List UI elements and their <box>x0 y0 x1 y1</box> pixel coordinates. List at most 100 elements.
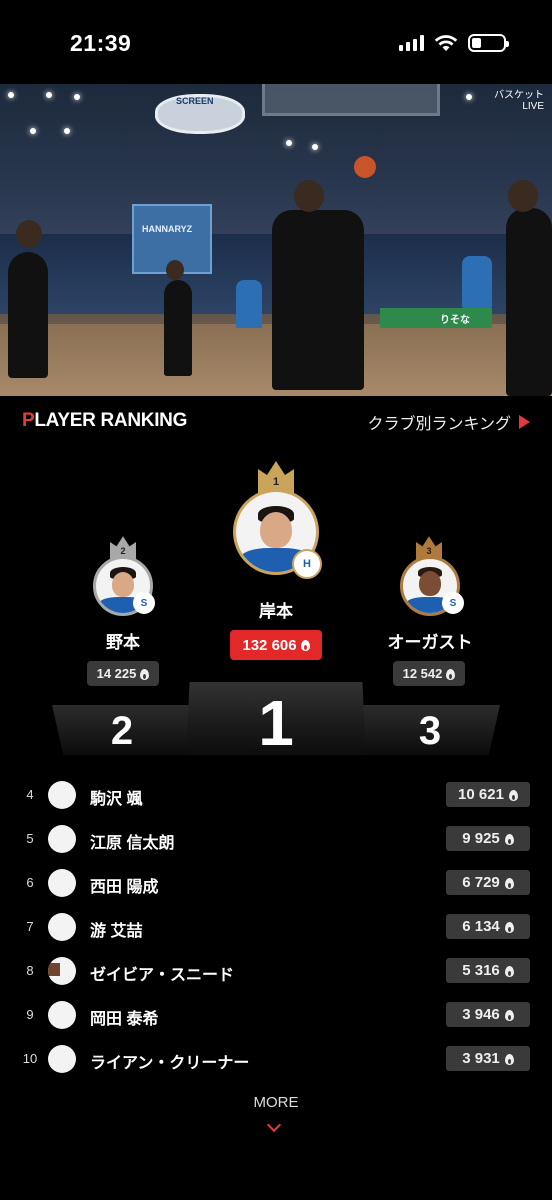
battery-icon <box>468 34 509 52</box>
flame-icon <box>446 668 456 680</box>
rank-number: 9 <box>26 1007 34 1022</box>
video-backboard <box>262 84 440 116</box>
rank-number: 7 <box>26 919 34 934</box>
points-value: 3 931 <box>462 1050 500 1067</box>
player-points: 5 316 <box>446 958 530 983</box>
first-points-value: 132 606 <box>242 636 297 654</box>
podium-step-first: 1 <box>186 682 366 755</box>
arena-light <box>8 92 14 98</box>
chevron-down-icon[interactable] <box>266 1117 282 1133</box>
player-avatar <box>48 913 76 941</box>
video-person-head <box>508 180 538 212</box>
more-button[interactable]: MORE <box>0 1094 552 1111</box>
list-item[interactable]: 5 江原 信太朗 9 925 <box>0 819 552 863</box>
crown-rank: 3 <box>426 546 432 556</box>
rank-number: 8 <box>26 963 34 978</box>
broadcaster-logo-line: バスケット <box>494 90 544 101</box>
player-avatar <box>48 1045 76 1073</box>
player-points: 6 729 <box>446 870 530 895</box>
points-value: 6 729 <box>462 874 500 891</box>
arena-light <box>30 128 36 134</box>
podium-step-third: 3 <box>360 705 500 755</box>
second-points-value: 14 225 <box>96 666 137 681</box>
first-points: 132 606 <box>230 630 322 660</box>
podium-step-second: 2 <box>52 705 192 755</box>
flame-icon <box>504 833 514 845</box>
team-badge-hannaryz: H <box>292 549 322 579</box>
third-points-value: 12 542 <box>402 666 443 681</box>
player-points: 6 134 <box>446 914 530 939</box>
flame-icon <box>504 1009 514 1021</box>
title-first-letter: P <box>22 410 35 431</box>
wifi-icon <box>434 34 458 51</box>
title-rest: LAYER RANKING <box>34 410 188 431</box>
step-label: 1 <box>258 687 294 759</box>
flame-icon <box>300 639 310 651</box>
flame-icon <box>504 877 514 889</box>
third-points: 12 542 <box>393 661 465 686</box>
rank-number: 6 <box>26 875 34 890</box>
player-points: 3 946 <box>446 1002 530 1027</box>
broadcaster-logo: バスケット LIVE <box>494 90 544 112</box>
first-name: 岸本 <box>259 602 293 621</box>
third-name: オーガスト <box>387 633 473 652</box>
points-value: 5 316 <box>462 962 500 979</box>
second-points: 14 225 <box>87 661 159 686</box>
status-time: 21:39 <box>70 30 132 56</box>
signal-icon <box>399 35 424 51</box>
video-person <box>272 210 364 390</box>
crown-rank: 2 <box>120 546 126 556</box>
video-person <box>506 208 552 396</box>
points-value: 9 925 <box>462 830 500 847</box>
list-item[interactable]: 8 ゼイビア・スニード 5 316 <box>0 951 552 995</box>
player-avatar <box>48 869 76 897</box>
video-player <box>462 256 492 308</box>
status-bar: 21:39 <box>0 0 552 84</box>
rank-number: 10 <box>22 1051 38 1066</box>
points-value: 6 134 <box>462 918 500 935</box>
broadcaster-logo-line: LIVE <box>522 101 544 112</box>
video-ad-text: りそな <box>440 315 470 326</box>
flame-icon <box>504 1053 514 1065</box>
basketball <box>354 156 376 178</box>
player-name: ライアン・クリーナー <box>90 1055 250 1072</box>
points-value: 10 621 <box>458 786 504 803</box>
player-name: 駒沢 颯 <box>90 791 143 808</box>
flame-icon <box>508 789 518 801</box>
step-label: 3 <box>418 709 442 753</box>
list-item[interactable]: 10 ライアン・クリーナー 3 931 <box>0 1039 552 1083</box>
player-points: 3 931 <box>446 1046 530 1071</box>
player-points: 10 621 <box>446 782 530 807</box>
arena-light <box>64 128 70 134</box>
rank-number: 5 <box>26 831 34 846</box>
flame-icon <box>140 668 150 680</box>
live-video-player[interactable]: SCREEN HANNARYZ りそな バスケット LIVE <box>0 84 552 396</box>
list-item[interactable]: 7 游 艾喆 6 134 <box>0 907 552 951</box>
flame-icon <box>504 965 514 977</box>
video-person <box>8 252 48 378</box>
video-person-head <box>294 180 324 212</box>
club-ranking-link[interactable]: クラブ別ランキング <box>367 410 530 434</box>
video-player <box>236 280 262 328</box>
arena-light <box>46 92 52 98</box>
arena-light <box>312 144 318 150</box>
player-avatar <box>48 1001 76 1029</box>
video-person-head <box>166 260 184 280</box>
video-banner-text: HANNARYZ <box>142 224 193 234</box>
list-item[interactable]: 6 西田 陽成 6 729 <box>0 863 552 907</box>
crown-rank: 1 <box>272 476 280 488</box>
list-item[interactable]: 9 岡田 泰希 3 946 <box>0 995 552 1039</box>
player-name: 岡田 泰希 <box>90 1011 159 1028</box>
play-arrow-icon <box>519 415 530 429</box>
player-points: 9 925 <box>446 826 530 851</box>
video-ad-board <box>380 308 492 328</box>
team-badge-shimane: S <box>133 592 155 614</box>
rank-number: 4 <box>26 787 34 802</box>
player-name: 西田 陽成 <box>90 879 159 896</box>
player-avatar <box>48 957 76 985</box>
player-avatar <box>48 781 76 809</box>
list-item[interactable]: 4 駒沢 颯 10 621 <box>0 775 552 819</box>
player-name: ゼイビア・スニード <box>90 967 235 984</box>
arena-light <box>286 140 292 146</box>
flame-icon <box>504 921 514 933</box>
